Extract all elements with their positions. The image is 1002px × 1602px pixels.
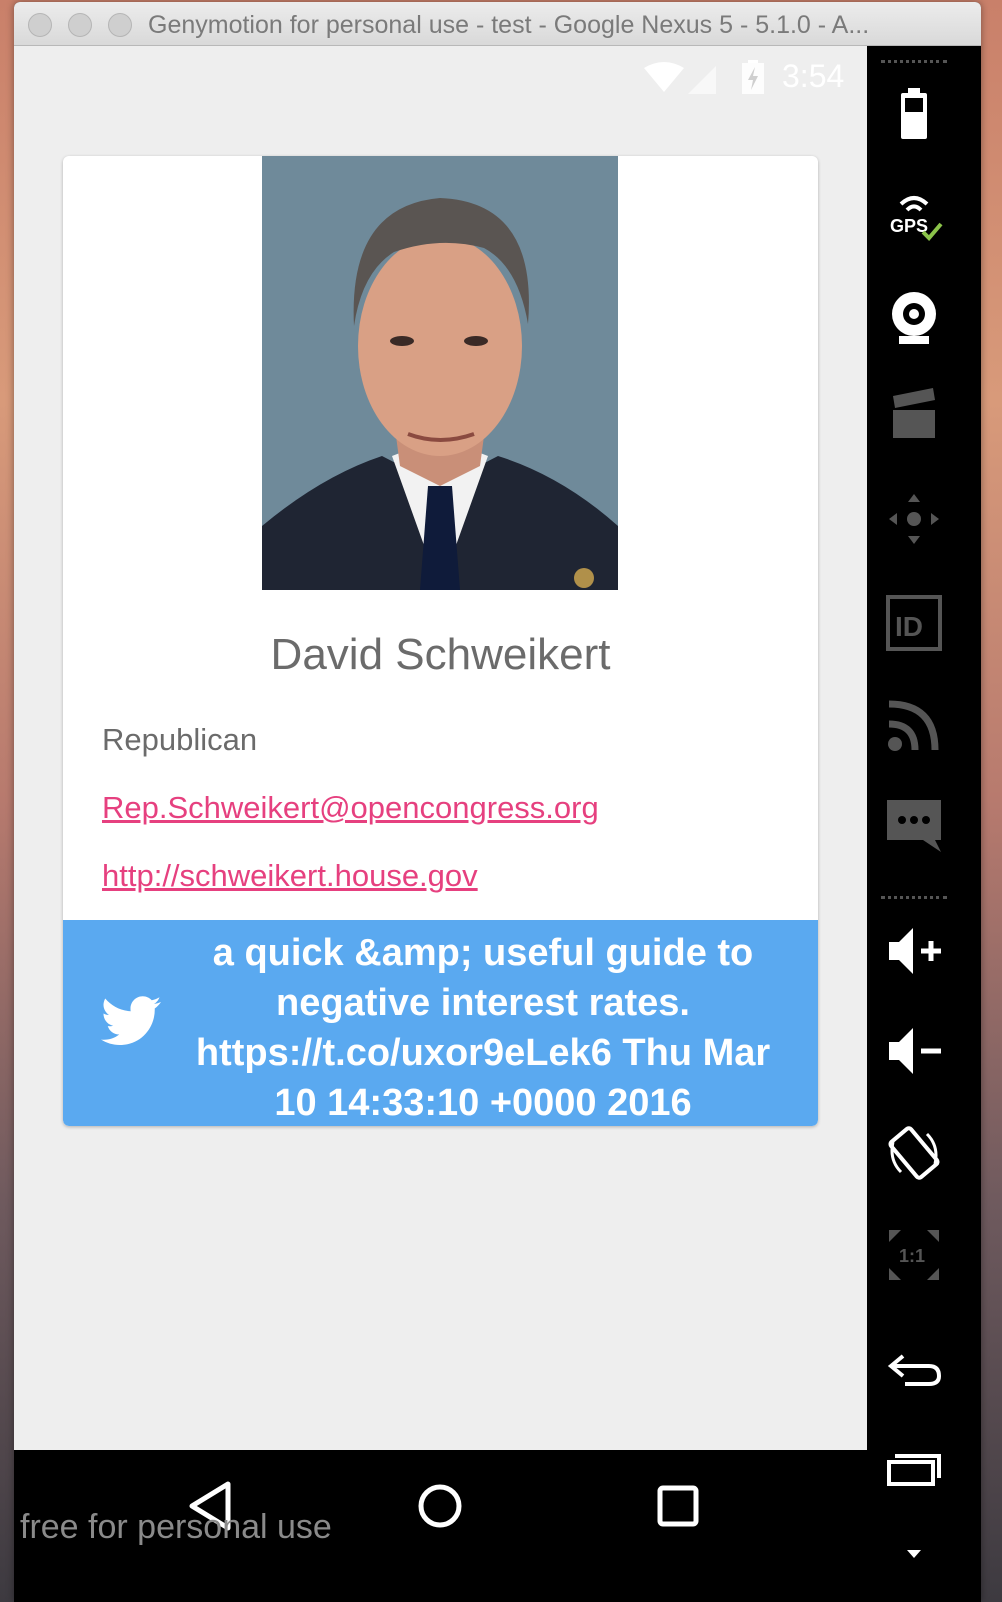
clapperboard-icon: [893, 388, 935, 438]
email-link[interactable]: Rep.Schweikert@opencongress.org: [102, 790, 599, 826]
volume-down-button[interactable]: [885, 1022, 943, 1080]
window-title: Genymotion for personal use - test - Goo…: [148, 11, 870, 39]
gps-tool-button[interactable]: GPS: [885, 188, 943, 246]
screencast-tool-button[interactable]: [885, 386, 943, 444]
website-link[interactable]: http://schweikert.house.gov: [102, 858, 478, 894]
phone-screen: 3:54 David Schweikert Republican Rep.Sch…: [14, 46, 867, 1482]
legislator-name: David Schweikert: [270, 630, 611, 679]
rotate-tool-button[interactable]: [885, 1124, 943, 1182]
genymotion-toolbar: GPS ID 1:1: [867, 46, 961, 1602]
window-titlebar: Genymotion for personal use - test - Goo…: [14, 2, 981, 46]
toolbar-divider: [881, 60, 947, 64]
toolbar-divider: [881, 896, 947, 900]
battery-tool-button[interactable]: [885, 84, 943, 142]
emulator-window: Genymotion for personal use - test - Goo…: [14, 2, 981, 1602]
return-arrow-icon: [887, 1354, 942, 1386]
more-tools-button[interactable]: [885, 1526, 943, 1584]
zoom-window-button[interactable]: [108, 13, 132, 37]
watermark-text: free for personal use: [20, 1508, 332, 1546]
pixel-label: 1:1: [899, 1246, 925, 1266]
back-tool-button[interactable]: [885, 1340, 943, 1398]
portrait-photo: [262, 156, 618, 590]
latest-tweet[interactable]: a quick &amp; useful guide to negative i…: [63, 920, 818, 1126]
id-label: ID: [895, 611, 923, 642]
chevron-down-icon: [907, 1550, 921, 1558]
recent-apps-square-icon[interactable]: [648, 1476, 708, 1536]
status-bar: 3:54: [14, 46, 867, 114]
pixel-perfect-button[interactable]: 1:1: [885, 1226, 943, 1284]
legislator-card: David Schweikert Republican Rep.Schweike…: [63, 156, 818, 1126]
tweet-text: a quick &amp; useful guide to negative i…: [195, 932, 771, 1124]
battery-icon: [901, 88, 927, 139]
status-time: 3:54: [782, 58, 845, 94]
twitter-bird-icon: [101, 996, 161, 1045]
id-card-icon: ID: [886, 595, 942, 651]
rss-icon: [888, 700, 939, 751]
party-label: Republican: [102, 722, 258, 757]
portrait-image: [262, 156, 618, 590]
network-tool-button[interactable]: [885, 696, 943, 754]
dpad-tool-button[interactable]: [885, 490, 943, 548]
minimize-window-button[interactable]: [68, 13, 92, 37]
home-circle-icon[interactable]: [410, 1476, 470, 1536]
android-nav-bar: free for personal use: [14, 1450, 867, 1602]
battery-charging-icon: [742, 60, 764, 94]
camera-tool-button[interactable]: [885, 288, 943, 346]
close-window-button[interactable]: [28, 13, 52, 37]
volume-down-icon: [889, 1028, 941, 1074]
recent-apps-icon: [887, 1454, 941, 1486]
volume-up-icon: [889, 928, 941, 974]
dpad-icon: [889, 494, 939, 544]
webcam-icon: [892, 292, 936, 344]
wifi-icon: [644, 62, 684, 92]
sms-tool-button[interactable]: [885, 796, 943, 854]
message-bubble-icon: [887, 800, 941, 852]
volume-up-button[interactable]: [885, 922, 943, 980]
gps-icon: GPS: [890, 196, 943, 241]
cell-signal-icon: [688, 66, 716, 94]
device-id-tool-button[interactable]: ID: [885, 594, 943, 652]
recent-apps-tool-button[interactable]: [885, 1440, 943, 1498]
rotate-screen-icon: [888, 1126, 940, 1180]
pixel-perfect-icon: 1:1: [889, 1230, 939, 1280]
